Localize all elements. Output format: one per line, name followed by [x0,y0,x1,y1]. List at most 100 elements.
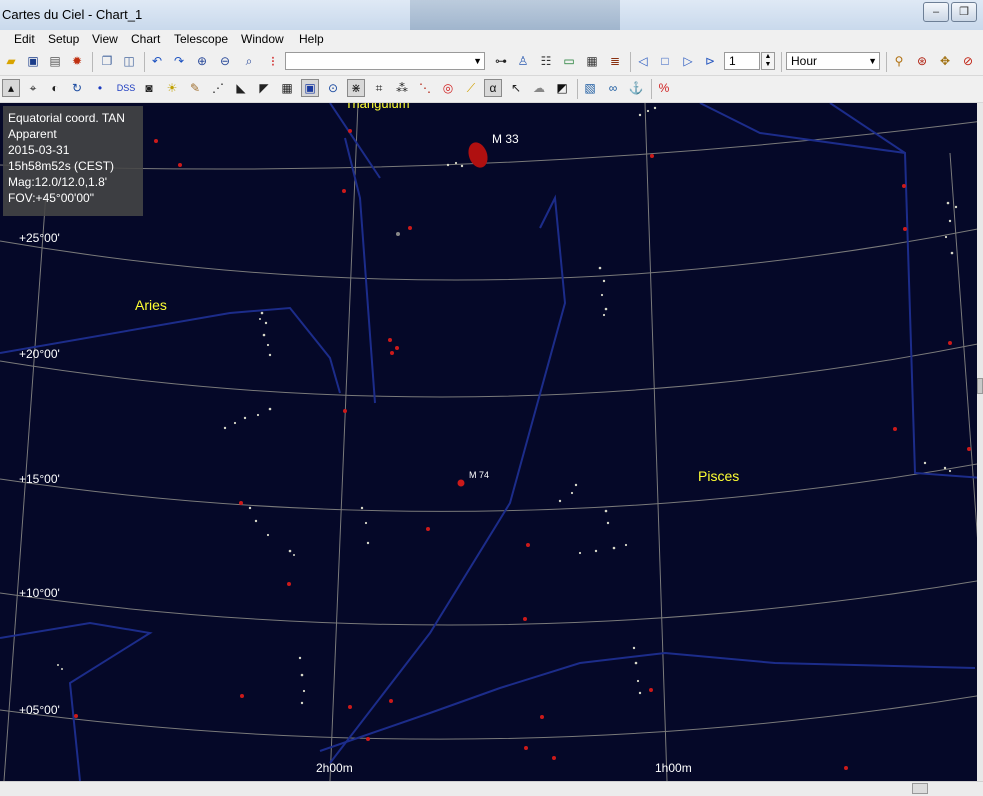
menu-view[interactable]: View [92,32,118,46]
bullseye-icon[interactable]: ◎ [439,79,457,97]
image-icon[interactable]: ▧ [581,79,599,97]
telescope-abort-icon[interactable]: ⊘ [959,52,977,70]
vertical-scroll-thumb[interactable] [977,378,983,394]
zoom-fit-icon[interactable]: ⌕ [240,52,258,70]
nebula-icon[interactable]: ◤ [255,79,273,97]
night-vision-icon[interactable]: ◩ [553,79,571,97]
title-bar-glass [410,0,620,30]
zoom-out-icon[interactable]: ⊖ [216,52,234,70]
equatorial-grid-icon[interactable]: ▣ [301,79,319,97]
undo-icon[interactable]: ↶ [148,52,166,70]
main-toolbar: ▰ ▣ ▤ ✹ ❐ ◫ ↶ ↷ ⊕ ⊖ ⌕ ⁝ ▼ ⊶ ♙ ☷ ▭ ▦ ≣ ◁ … [0,49,983,76]
label-cursor-icon[interactable]: ↖ [507,79,525,97]
remove-marks-icon[interactable]: % [655,79,673,97]
rotate-icon[interactable]: ↻ [68,79,86,97]
constellation-boundary-icon[interactable]: ⌗ [370,79,388,97]
menu-edit[interactable]: Edit [14,32,35,46]
stop-icon[interactable]: □ [656,52,674,70]
ra-label-1h: 1h00m [655,761,692,775]
target-icon[interactable]: ⊛ [913,52,931,70]
object-search-input[interactable]: ▼ [285,52,485,70]
dec-line-10 [0,579,983,626]
galaxy-m74-marker[interactable] [457,479,465,487]
ra-line-2h [329,103,359,781]
menu-window[interactable]: Window [241,32,284,46]
calendar-icon[interactable]: ▦ [583,52,601,70]
fast-forward-icon[interactable]: ⊳ [701,52,719,70]
toolbar-separator [886,52,887,72]
ruler-icon[interactable]: ⟋ [462,79,480,97]
open-folder-icon[interactable]: ▰ [2,52,20,70]
sky-chart[interactable]: M 33 M 74 Aries Pisces Triangulum +25°00… [0,103,983,781]
constellation-label-pisces: Pisces [698,468,739,484]
step-forward-icon[interactable]: ▷ [679,52,697,70]
object-label-m74: M 74 [469,470,489,480]
tile-windows-icon[interactable]: ◫ [120,52,138,70]
save-icon[interactable]: ▣ [24,52,42,70]
star-dot-icon[interactable]: • [91,79,109,97]
alpha-label-icon[interactable]: α [484,79,502,97]
time-step-spinner[interactable]: ▲ ▼ [761,52,775,70]
new-chart-icon[interactable]: ❐ [98,52,116,70]
moon-icon[interactable]: ◐ [46,79,64,97]
menu-setup[interactable]: Setup [48,32,79,46]
toolbar-separator [92,52,93,72]
restore-button[interactable]: ❐ [951,2,977,22]
zoom-in-icon[interactable]: ⊕ [193,52,211,70]
time-unit-select[interactable]: Hour ▼ [786,52,880,70]
anchor-icon[interactable]: ⚓ [627,79,645,97]
dec-label-15: +15°00' [19,472,60,486]
milky-way-icon[interactable]: ◣ [232,79,250,97]
menu-chart[interactable]: Chart [131,32,160,46]
print-icon[interactable]: ▤ [46,52,64,70]
menu-telescope[interactable]: Telescope [174,32,228,46]
dec-label-20: +20°00' [19,347,60,361]
telescope-icon[interactable]: ⚲ [890,52,908,70]
dec-line-25 [0,227,983,281]
redo-icon[interactable]: ↷ [170,52,188,70]
constellation-figure-icon[interactable]: ⋇ [347,79,365,97]
sky-map[interactable]: M 33 M 74 Aries Pisces Triangulum +25°00… [0,103,983,781]
info-date: 2015-03-31 [8,143,70,157]
ra-grid-labels: 2h00m 1h00m [316,761,692,775]
light-bulb-icon[interactable]: ☀ [163,79,181,97]
link-icon[interactable]: ∞ [604,79,622,97]
compass-icon[interactable]: ⊙ [324,79,342,97]
vertical-scrollbar[interactable] [977,103,983,781]
window-title: Cartes du Ciel - Chart_1 [2,7,143,22]
settings-gear-icon[interactable]: ✹ [68,52,86,70]
constellation-lines-icon[interactable]: ⋰ [209,79,227,97]
step-back-icon[interactable]: ◁ [634,52,652,70]
marker-dots-icon[interactable]: ⁝ [264,52,282,70]
info-projection: Equatorial coord. TAN [8,111,125,125]
info-fov: FOV:+45°00'00" [8,191,94,205]
ra-line-0h [949,152,981,574]
screen-icon[interactable]: ▭ [560,52,578,70]
cloud-icon[interactable]: ☁ [530,79,548,97]
pointer-icon[interactable]: ▴ [2,79,20,97]
horizontal-scrollbar[interactable] [0,781,983,796]
ra-line-3h [3,192,47,781]
select-cursor-icon[interactable]: ⌖ [24,79,42,97]
planet-icon[interactable]: ⋱ [416,79,434,97]
horizontal-scroll-thumb[interactable] [912,783,928,794]
time-step-field[interactable]: 1 [724,52,760,70]
galaxy-m33-marker[interactable] [465,140,491,171]
timeline-icon[interactable]: ≣ [606,52,624,70]
list-icon[interactable]: ☷ [537,52,555,70]
asteroid-icon[interactable]: ⁂ [393,79,411,97]
camera-icon[interactable]: ◙ [140,79,158,97]
minimize-button[interactable]: – [923,2,949,22]
grid-icon[interactable]: ▦ [278,79,296,97]
red-star-field [74,129,971,770]
dec-line-15 [0,462,983,512]
menu-help[interactable]: Help [299,32,324,46]
telescope-config-icon[interactable]: ✥ [936,52,954,70]
menu-bar: Edit Setup View Chart Telescope Window H… [0,30,983,49]
find-star-icon[interactable]: ♙ [514,52,532,70]
dss-image-icon[interactable]: DSS [113,79,139,97]
ra-line-1h [644,103,668,781]
pencil-icon[interactable]: ✎ [186,79,204,97]
dec-label-25: +25°00' [19,231,60,245]
binoculars-icon[interactable]: ⊶ [492,52,510,70]
